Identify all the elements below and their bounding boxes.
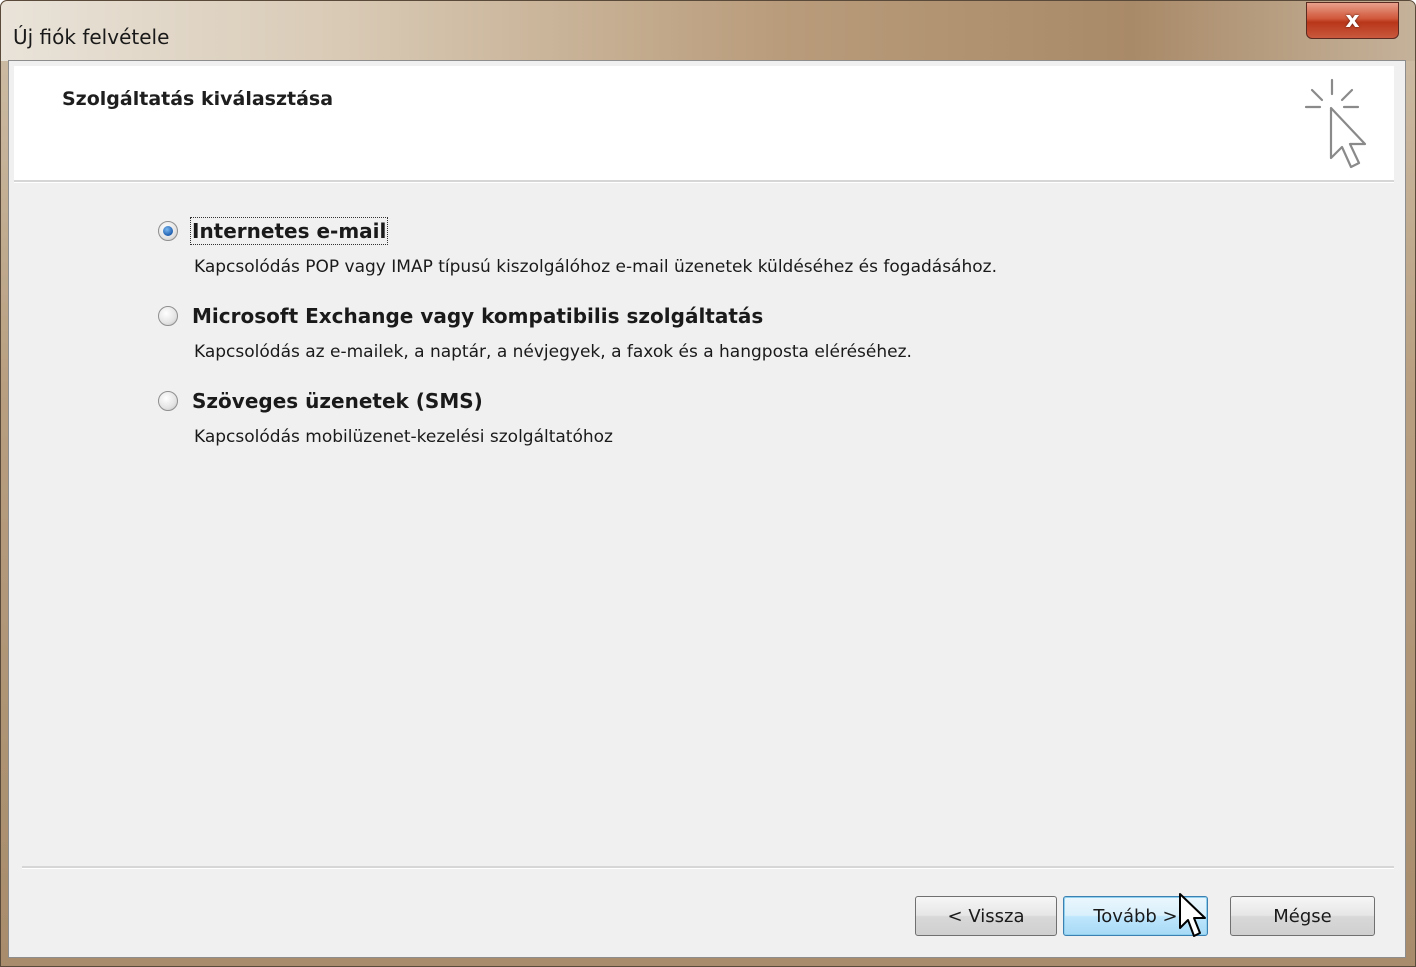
close-icon: x: [1345, 8, 1360, 33]
footer-divider: [22, 866, 1394, 869]
option-label[interactable]: Internetes e-mail: [189, 217, 389, 245]
radio-sms[interactable]: [158, 391, 178, 411]
option-label[interactable]: Szöveges üzenetek (SMS): [192, 389, 483, 413]
cancel-button[interactable]: Mégse: [1230, 896, 1375, 936]
radio-internet-email[interactable]: [158, 221, 178, 241]
close-button[interactable]: x: [1306, 2, 1399, 39]
title-bar[interactable]: Új fiók felvétele: [1, 1, 1415, 61]
page-title: Szolgáltatás kiválasztása: [62, 88, 334, 110]
option-description: Kapcsolódás mobilüzenet-kezelési szolgál…: [194, 427, 613, 447]
back-button[interactable]: < Vissza: [915, 896, 1057, 936]
wizard-body: [22, 183, 1394, 866]
option-description: Kapcsolódás POP vagy IMAP típusú kiszolg…: [194, 257, 997, 277]
cursor-sparkle-icon: [1304, 78, 1367, 169]
window-title: Új fiók felvétele: [13, 25, 170, 49]
option-description: Kapcsolódás az e-mailek, a naptár, a név…: [194, 342, 912, 362]
mouse-pointer-icon: [1179, 893, 1206, 937]
option-label[interactable]: Microsoft Exchange vagy kompatibilis szo…: [192, 304, 763, 328]
radio-exchange[interactable]: [158, 306, 178, 326]
wizard-header: [14, 66, 1394, 180]
